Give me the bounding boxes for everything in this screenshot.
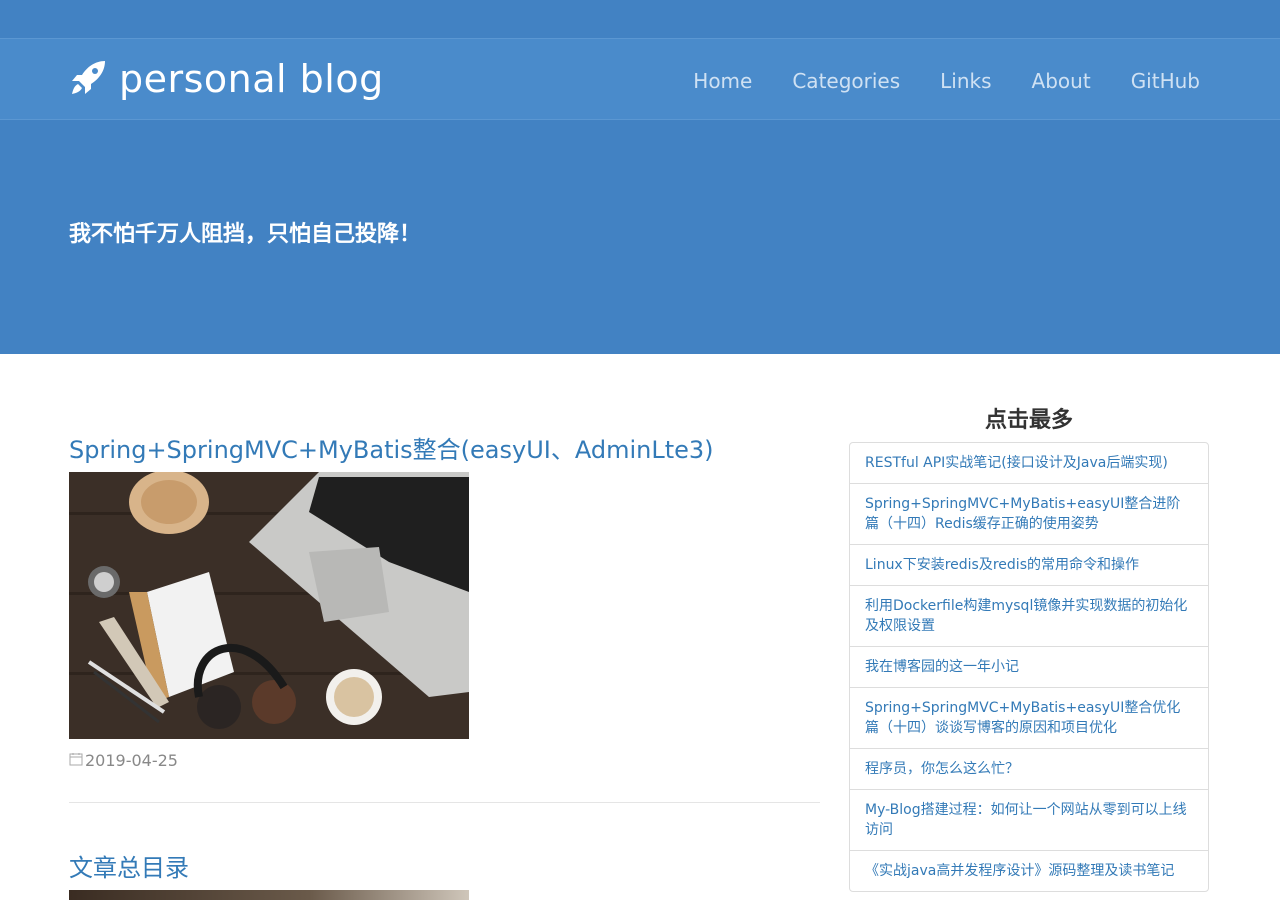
sidebar-title: 点击最多 xyxy=(984,408,1073,433)
nav-about[interactable]: About xyxy=(1032,69,1091,93)
list-item[interactable]: 《实战java高并发程序设计》源码整理及读书笔记 xyxy=(850,851,1208,891)
post-date-text: 2019-04-25 xyxy=(85,751,178,770)
post-date: 2019-04-25 xyxy=(69,751,820,770)
list-item[interactable]: 程序员，你怎么这么忙？ xyxy=(850,749,1208,790)
post-thumbnail[interactable] xyxy=(69,890,469,900)
popular-list: RESTful API实战笔记(接口设计及Java后端实现) Spring+Sp… xyxy=(849,442,1209,892)
top-strip xyxy=(0,0,1280,38)
post-title-link[interactable]: Spring+SpringMVC+MyBatis整合(easyUI、AdminL… xyxy=(69,436,714,464)
post-thumbnail[interactable] xyxy=(69,472,469,739)
calendar-icon xyxy=(69,751,83,770)
rocket-icon xyxy=(69,57,109,101)
list-item[interactable]: My-Blog搭建过程：如何让一个网站从零到可以上线访问 xyxy=(850,790,1208,851)
nav-links[interactable]: Links xyxy=(940,69,991,93)
nav-github[interactable]: GitHub xyxy=(1131,69,1200,93)
list-item[interactable]: Linux下安装redis及redis的常用命令和操作 xyxy=(850,545,1208,586)
post-item: Spring+SpringMVC+MyBatis整合(easyUI、AdminL… xyxy=(69,434,820,770)
list-item[interactable]: RESTful API实战笔记(接口设计及Java后端实现) xyxy=(850,443,1208,484)
hero-tagline: 我不怕千万人阻挡，只怕自己投降！ xyxy=(69,222,422,247)
nav-categories[interactable]: Categories xyxy=(792,69,900,93)
list-item[interactable]: Spring+SpringMVC+MyBatis+easyUI整合进阶篇（十四）… xyxy=(850,484,1208,545)
post-item: 文章总目录 xyxy=(69,852,820,900)
post-title-link[interactable]: 文章总目录 xyxy=(69,854,189,882)
brand-name: personal blog xyxy=(119,57,384,101)
list-item[interactable]: Spring+SpringMVC+MyBatis+easyUI整合优化篇（十四）… xyxy=(850,688,1208,749)
sidebar-popular: 点击最多 RESTful API实战笔记(接口设计及Java后端实现) Spri… xyxy=(849,402,1209,892)
brand-link[interactable]: personal blog xyxy=(69,57,384,101)
nav-home[interactable]: Home xyxy=(693,69,752,93)
main-nav: Home Categories Links About GitHub xyxy=(693,69,1200,93)
list-item[interactable]: 我在博客园的这一年小记 xyxy=(850,647,1208,688)
post-divider xyxy=(69,802,820,803)
navbar: personal blog Home Categories Links Abou… xyxy=(0,38,1280,120)
hero-banner: 我不怕千万人阻挡，只怕自己投降！ xyxy=(0,120,1280,354)
list-item[interactable]: 利用Dockerfile构建mysql镜像并实现数据的初始化及权限设置 xyxy=(850,586,1208,647)
